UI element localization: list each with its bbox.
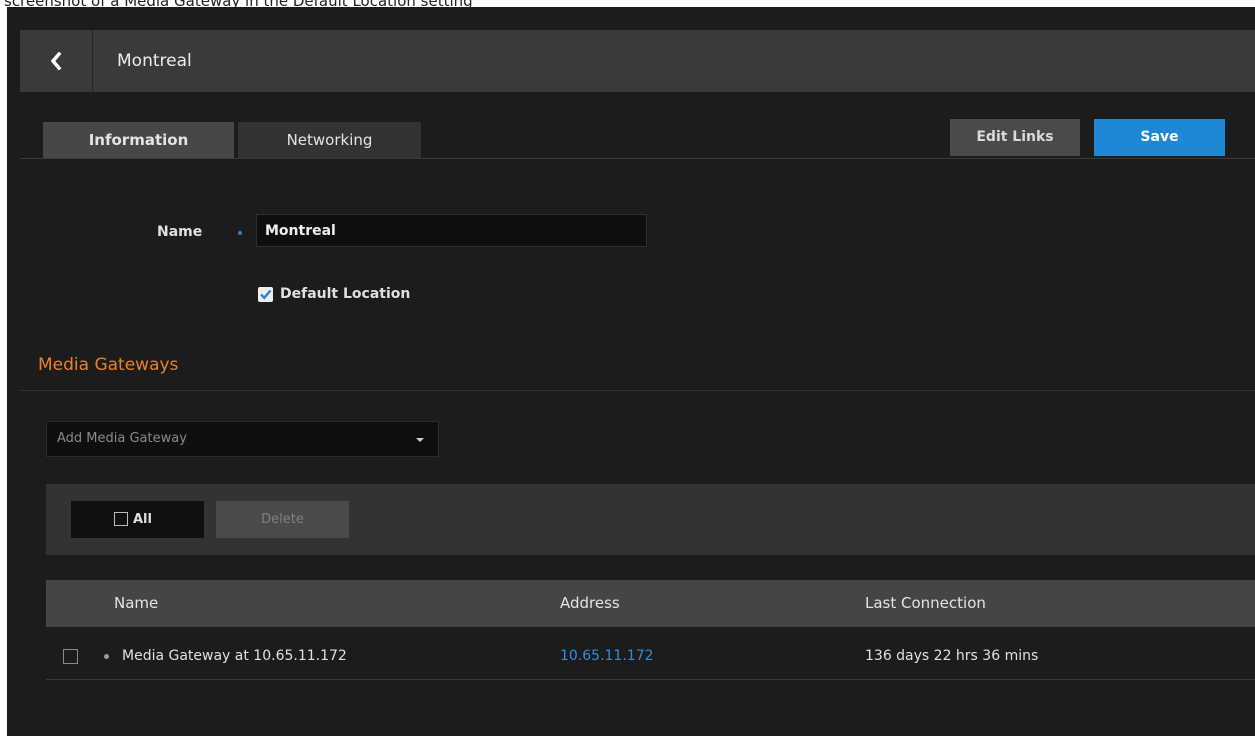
select-all-control[interactable]: All	[71, 501, 204, 538]
tabs-divider	[20, 158, 1255, 159]
select-all-checkbox[interactable]	[114, 512, 128, 526]
column-header-name[interactable]: Name	[114, 580, 158, 627]
back-button[interactable]	[20, 30, 93, 92]
dropdown-placeholder: Add Media Gateway	[57, 431, 187, 446]
media-gateways-heading: Media Gateways	[38, 355, 179, 375]
tab-networking[interactable]: Networking	[238, 122, 421, 159]
chevron-left-icon	[50, 52, 62, 70]
table-header: Name Address Last Connection	[46, 580, 1255, 627]
app-window: Montreal Information Networking Edit Lin…	[7, 7, 1255, 736]
column-header-address[interactable]: Address	[560, 580, 620, 627]
gateway-last-connection: 136 days 22 hrs 36 mins	[865, 648, 1039, 664]
add-media-gateway-dropdown[interactable]: Add Media Gateway	[46, 421, 439, 457]
header-bar: Montreal	[20, 30, 1255, 92]
edit-links-button[interactable]: Edit Links	[950, 119, 1080, 156]
delete-button[interactable]: Delete	[216, 501, 349, 538]
default-location-label: Default Location	[280, 286, 411, 302]
caret-down-icon	[416, 438, 424, 442]
status-dot-icon	[104, 654, 109, 659]
save-button[interactable]: Save	[1094, 119, 1225, 156]
name-field[interactable]	[256, 214, 647, 247]
section-divider	[20, 390, 1255, 391]
row-checkbox[interactable]	[63, 649, 78, 664]
page-title: Montreal	[117, 51, 192, 71]
name-label: Name	[157, 224, 203, 240]
required-indicator	[238, 231, 242, 235]
checkmark-icon	[260, 289, 272, 300]
select-all-label: All	[133, 512, 152, 527]
tab-information[interactable]: Information	[43, 122, 234, 159]
column-header-last-connection[interactable]: Last Connection	[865, 580, 986, 627]
gateway-name: Media Gateway at 10.65.11.172	[122, 648, 347, 664]
gateway-address-link[interactable]: 10.65.11.172	[560, 634, 654, 679]
default-location-checkbox[interactable]	[258, 287, 273, 302]
table-row[interactable]: Media Gateway at 10.65.11.172 10.65.11.1…	[46, 634, 1255, 680]
bulk-actions-toolbar: All Delete	[46, 484, 1255, 555]
